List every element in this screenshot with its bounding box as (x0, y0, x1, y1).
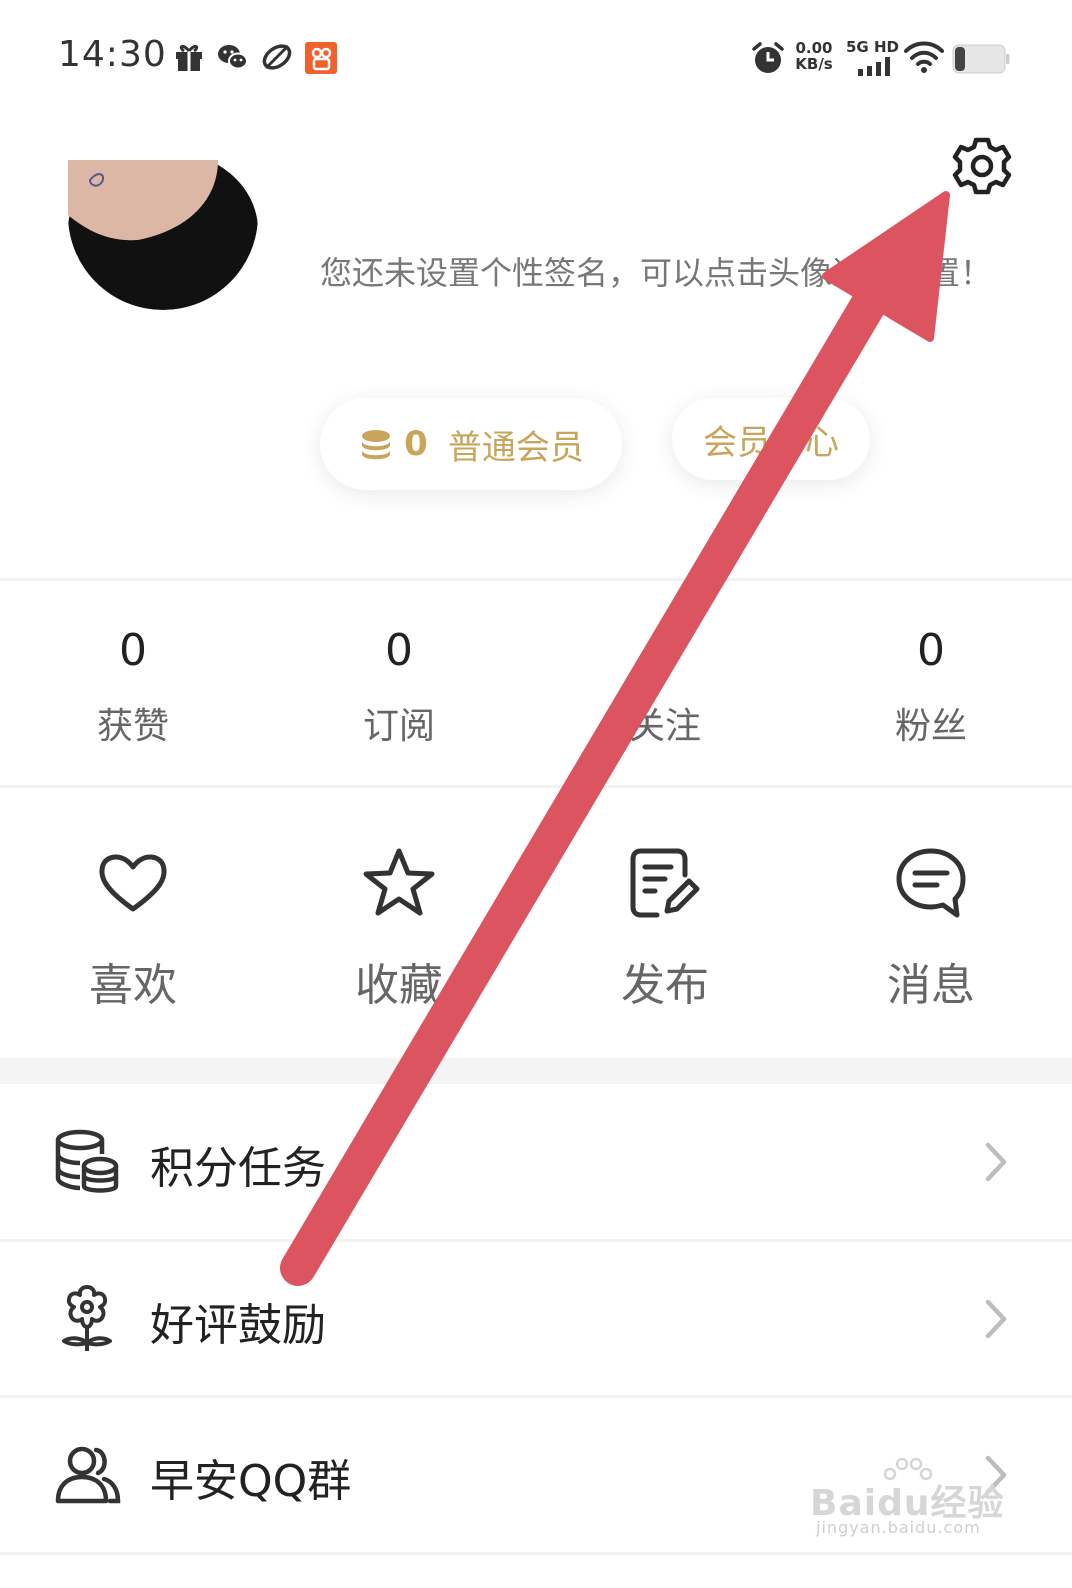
status-time: 14:30 (58, 34, 167, 75)
menu-item-good-review[interactable]: 好评鼓励 (0, 1241, 1072, 1396)
heart-icon (99, 854, 167, 912)
network-type-label: 5G HD (846, 38, 899, 56)
stat-likes[interactable]: 0 获赞 (0, 625, 266, 749)
leaf-icon (262, 44, 292, 70)
chevron-right-icon (985, 1142, 1007, 1182)
divider (0, 578, 1072, 581)
coins-icon (55, 1129, 119, 1193)
network-speed: 0.00 KB/s (795, 39, 833, 73)
signature-text[interactable]: 您还未设置个性签名，可以点击头像进行设置！ (320, 245, 1010, 301)
member-level: 普通会员 (447, 427, 584, 468)
stat-subscriptions[interactable]: 0 订阅 (266, 625, 532, 749)
edit-icon (630, 848, 700, 918)
action-messages[interactable]: 消息 (798, 845, 1064, 1013)
section-gap (0, 1058, 1072, 1084)
member-center-button[interactable]: 会员中心 (672, 398, 870, 480)
app-icon (305, 42, 337, 74)
menu-item-points-tasks[interactable]: 积分任务 (0, 1084, 1072, 1239)
flower-icon (62, 1285, 112, 1351)
message-icon (896, 848, 966, 918)
coin-stack-icon (362, 430, 391, 460)
gift-icon (176, 44, 202, 71)
star-icon (363, 848, 435, 916)
settings-gear-icon[interactable] (950, 134, 1014, 198)
divider (0, 785, 1072, 788)
wifi-icon (904, 41, 944, 73)
baidu-watermark: Baidu经验 jingyan.baidu.com (810, 1457, 1020, 1565)
avatar[interactable] (68, 160, 258, 310)
coin-count: 0 (404, 424, 428, 464)
signal-icon (858, 57, 890, 76)
chevron-right-icon (985, 1299, 1007, 1339)
action-like[interactable]: 喜欢 (0, 845, 266, 1013)
action-favorite[interactable]: 收藏 (266, 845, 532, 1013)
stat-following[interactable]: 关注 (532, 625, 798, 749)
battery-icon (952, 44, 1010, 74)
member-status-button[interactable]: 0 普通会员 (320, 398, 622, 490)
action-publish[interactable]: 发布 (532, 845, 798, 1013)
alarm-icon (752, 42, 784, 73)
wechat-icon (218, 45, 248, 70)
stat-followers[interactable]: 0 粉丝 (798, 625, 1064, 749)
group-icon (55, 1446, 121, 1504)
